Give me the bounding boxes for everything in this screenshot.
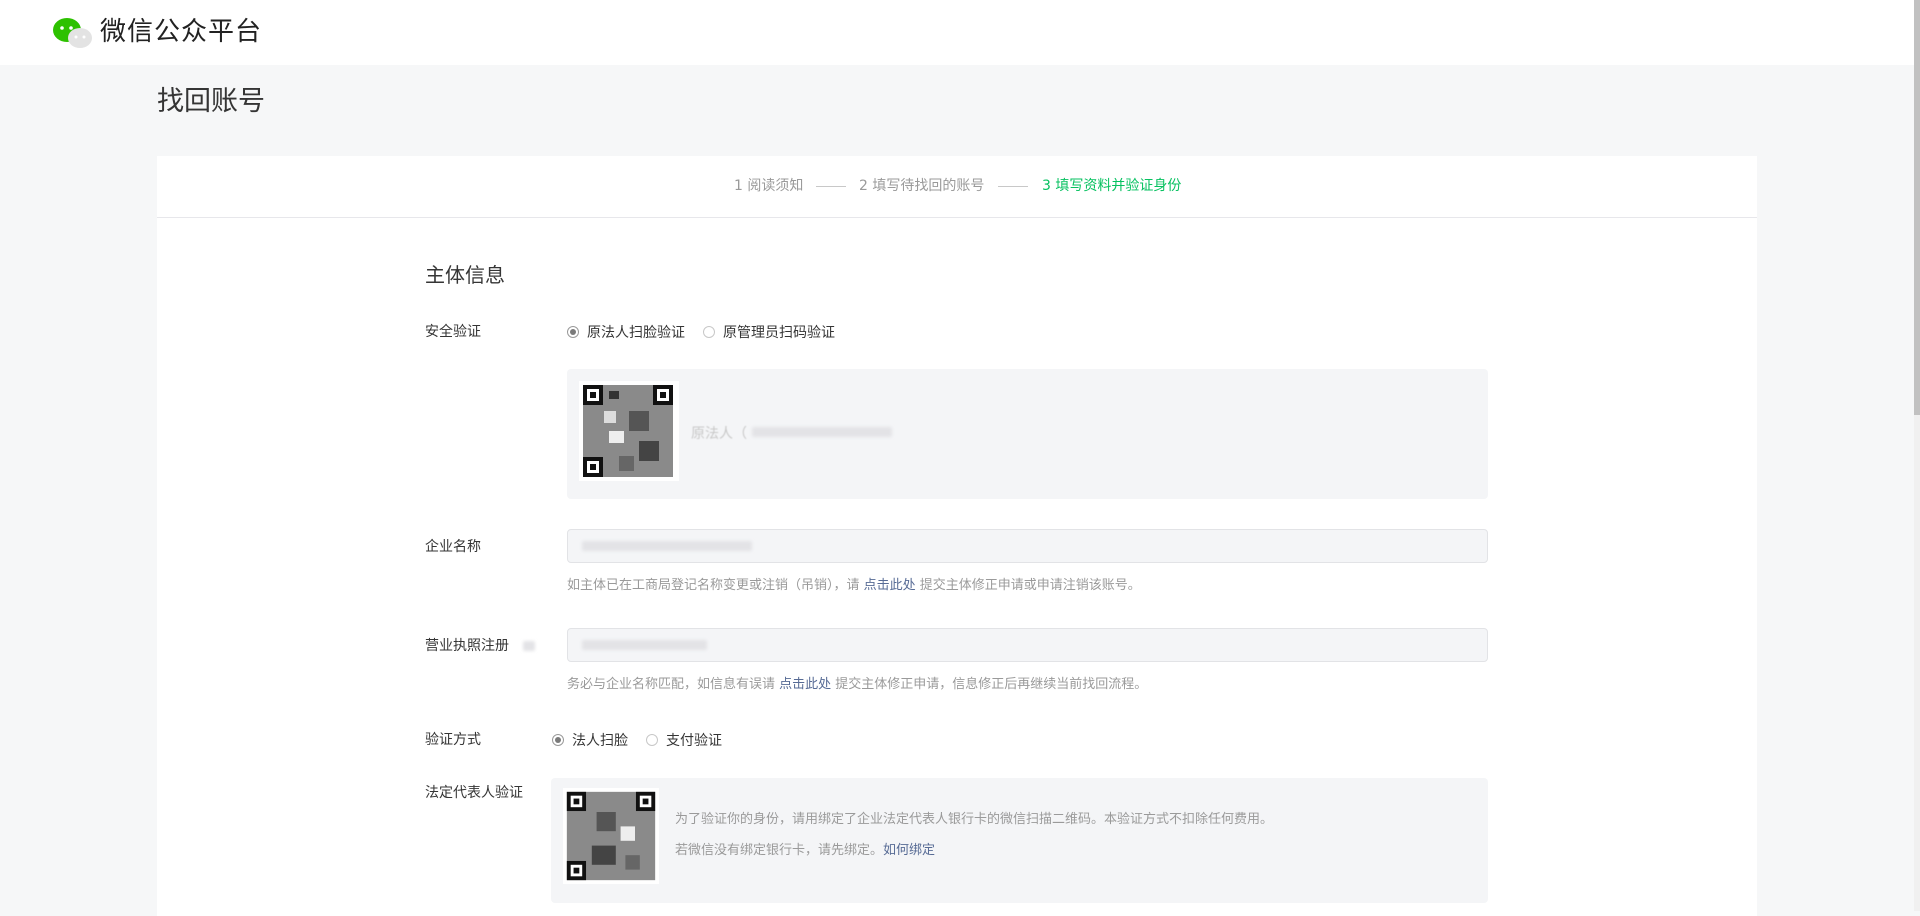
scrollbar-thumb[interactable] — [1914, 0, 1920, 415]
license-number-input[interactable] — [567, 628, 1488, 662]
radio-legal-face[interactable]: 原法人扫脸验证 — [567, 322, 685, 342]
brand-name: 微信公众平台 — [100, 17, 263, 47]
legal-rep-bind-hint: 若微信没有绑定银行卡，请先绑定。如何绑定 — [675, 843, 936, 858]
radio-unchecked-icon — [646, 734, 658, 746]
step-3: 3 填写资料并验证身份 — [1042, 178, 1182, 194]
company-correction-link[interactable]: 点击此处 — [864, 578, 916, 593]
security-radio-group: 原法人扫脸验证 原管理员扫码验证 — [567, 322, 853, 342]
security-label: 安全验证 — [425, 324, 481, 340]
verify-method-label: 验证方式 — [425, 732, 481, 748]
redacted-text — [582, 541, 752, 551]
top-bar: 微信公众平台 — [0, 0, 1914, 65]
redacted-text — [582, 640, 707, 650]
license-number-hint: 务必与企业名称匹配，如信息有误请 点击此处 提交主体修正申请，信息修正后再继续当… — [567, 677, 1148, 692]
page-scrollbar[interactable] — [1914, 0, 1920, 911]
license-correction-link[interactable]: 点击此处 — [779, 677, 831, 692]
page-title: 找回账号 — [157, 86, 265, 117]
radio-payment-verify[interactable]: 支付验证 — [646, 730, 722, 750]
form-card: 1 阅读须知 2 填写待找回的账号 3 填写资料并验证身份 主体信息 安全验证 … — [157, 156, 1757, 916]
radio-unchecked-icon — [703, 326, 715, 338]
radio-checked-icon — [552, 734, 564, 746]
redacted-text — [752, 427, 892, 437]
step-separator — [816, 186, 846, 187]
legal-rep-panel: 为了验证你的身份，请用绑定了企业法定代表人银行卡的微信扫描二维码。本验证方式不扣… — [551, 778, 1488, 903]
radio-checked-icon — [567, 326, 579, 338]
license-number-label: 营业执照注册 — [425, 638, 509, 654]
verify-method-radio-group: 法人扫脸 支付验证 — [552, 730, 740, 750]
section-title: 主体信息 — [425, 263, 505, 287]
legal-rep-instruction: 为了验证你的身份，请用绑定了企业法定代表人银行卡的微信扫描二维码。本验证方式不扣… — [675, 812, 1274, 827]
security-qr-panel: 原法人（ — [567, 369, 1488, 499]
legal-rep-label: 法定代表人验证 — [425, 785, 523, 801]
step-1: 1 阅读须知 — [734, 178, 804, 194]
security-qr-caption: 原法人（ — [691, 426, 747, 442]
company-name-hint: 如主体已在工商局登记名称变更或注销（吊销），请 点击此处 提交主体修正申请或申请… — [567, 578, 1141, 593]
radio-legal-scan[interactable]: 法人扫脸 — [552, 730, 628, 750]
security-qr-code — [579, 381, 679, 481]
step-2: 2 填写待找回的账号 — [859, 178, 985, 194]
step-indicator: 1 阅读须知 2 填写待找回的账号 3 填写资料并验证身份 — [157, 156, 1757, 218]
how-to-bind-link[interactable]: 如何绑定 — [883, 843, 935, 858]
step-separator — [998, 186, 1028, 187]
wechat-logo-icon[interactable] — [52, 16, 94, 50]
legal-rep-qr-code — [563, 788, 659, 884]
company-name-label: 企业名称 — [425, 539, 481, 555]
radio-admin-scan[interactable]: 原管理员扫码验证 — [703, 322, 835, 342]
company-name-input[interactable] — [567, 529, 1488, 563]
redacted-text — [523, 641, 535, 651]
